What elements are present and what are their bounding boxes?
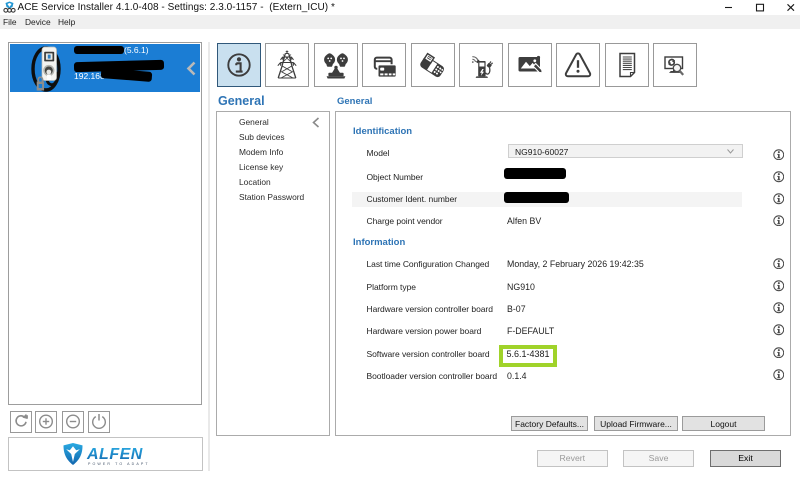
svg-text:ALFEN: ALFEN bbox=[86, 446, 143, 463]
svg-text:POWER TO ADAPT: POWER TO ADAPT bbox=[88, 462, 150, 466]
